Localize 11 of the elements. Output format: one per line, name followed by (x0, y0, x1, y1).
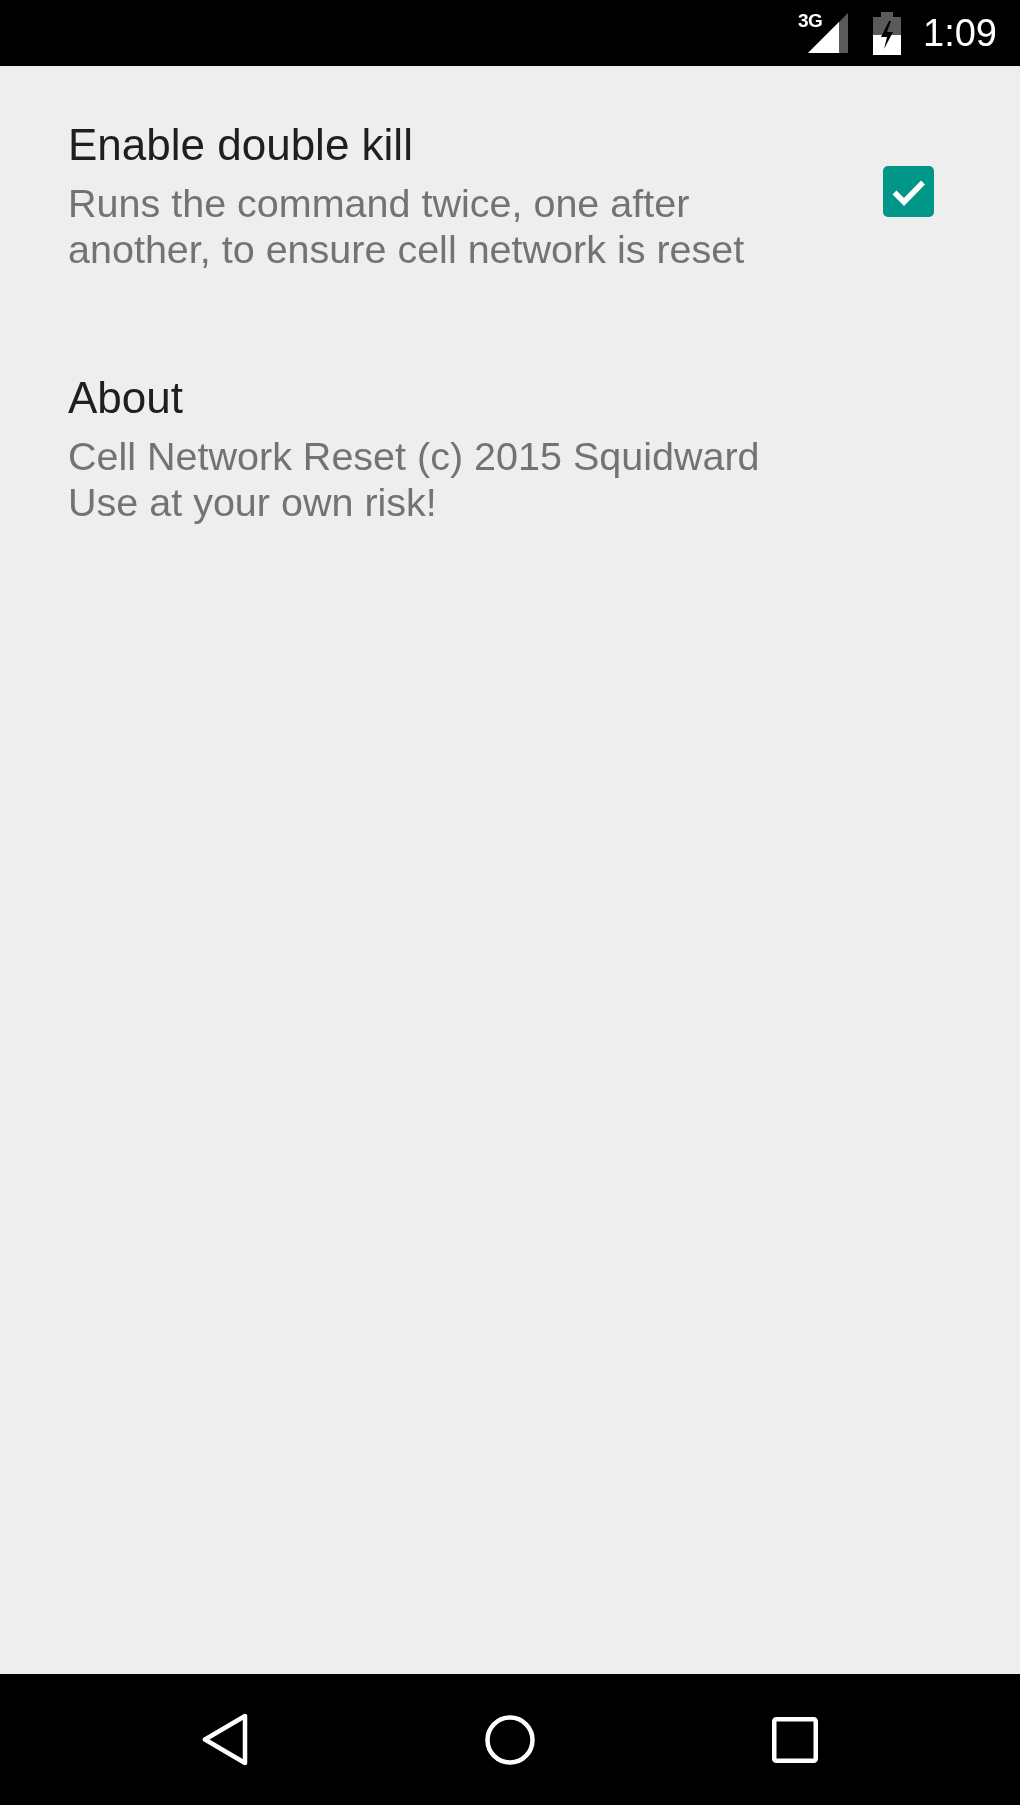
recents-icon[interactable] (772, 1716, 818, 1763)
network-type-label: 3G (798, 12, 823, 29)
preference-title: About (68, 372, 183, 424)
preference-summary: Runs the command twice, one after another, to ensure cell network is reset (68, 180, 745, 272)
battery-charging-icon (873, 11, 902, 55)
checkbox[interactable] (883, 166, 934, 217)
home-icon[interactable] (485, 1714, 535, 1765)
back-icon[interactable] (202, 1713, 248, 1766)
preference-title: Enable double kill (68, 119, 413, 171)
clock-time: 1:09 (923, 11, 997, 55)
preference-summary: Cell Network Reset (c) 2015 Squidward Use at your own risk! (68, 433, 760, 525)
